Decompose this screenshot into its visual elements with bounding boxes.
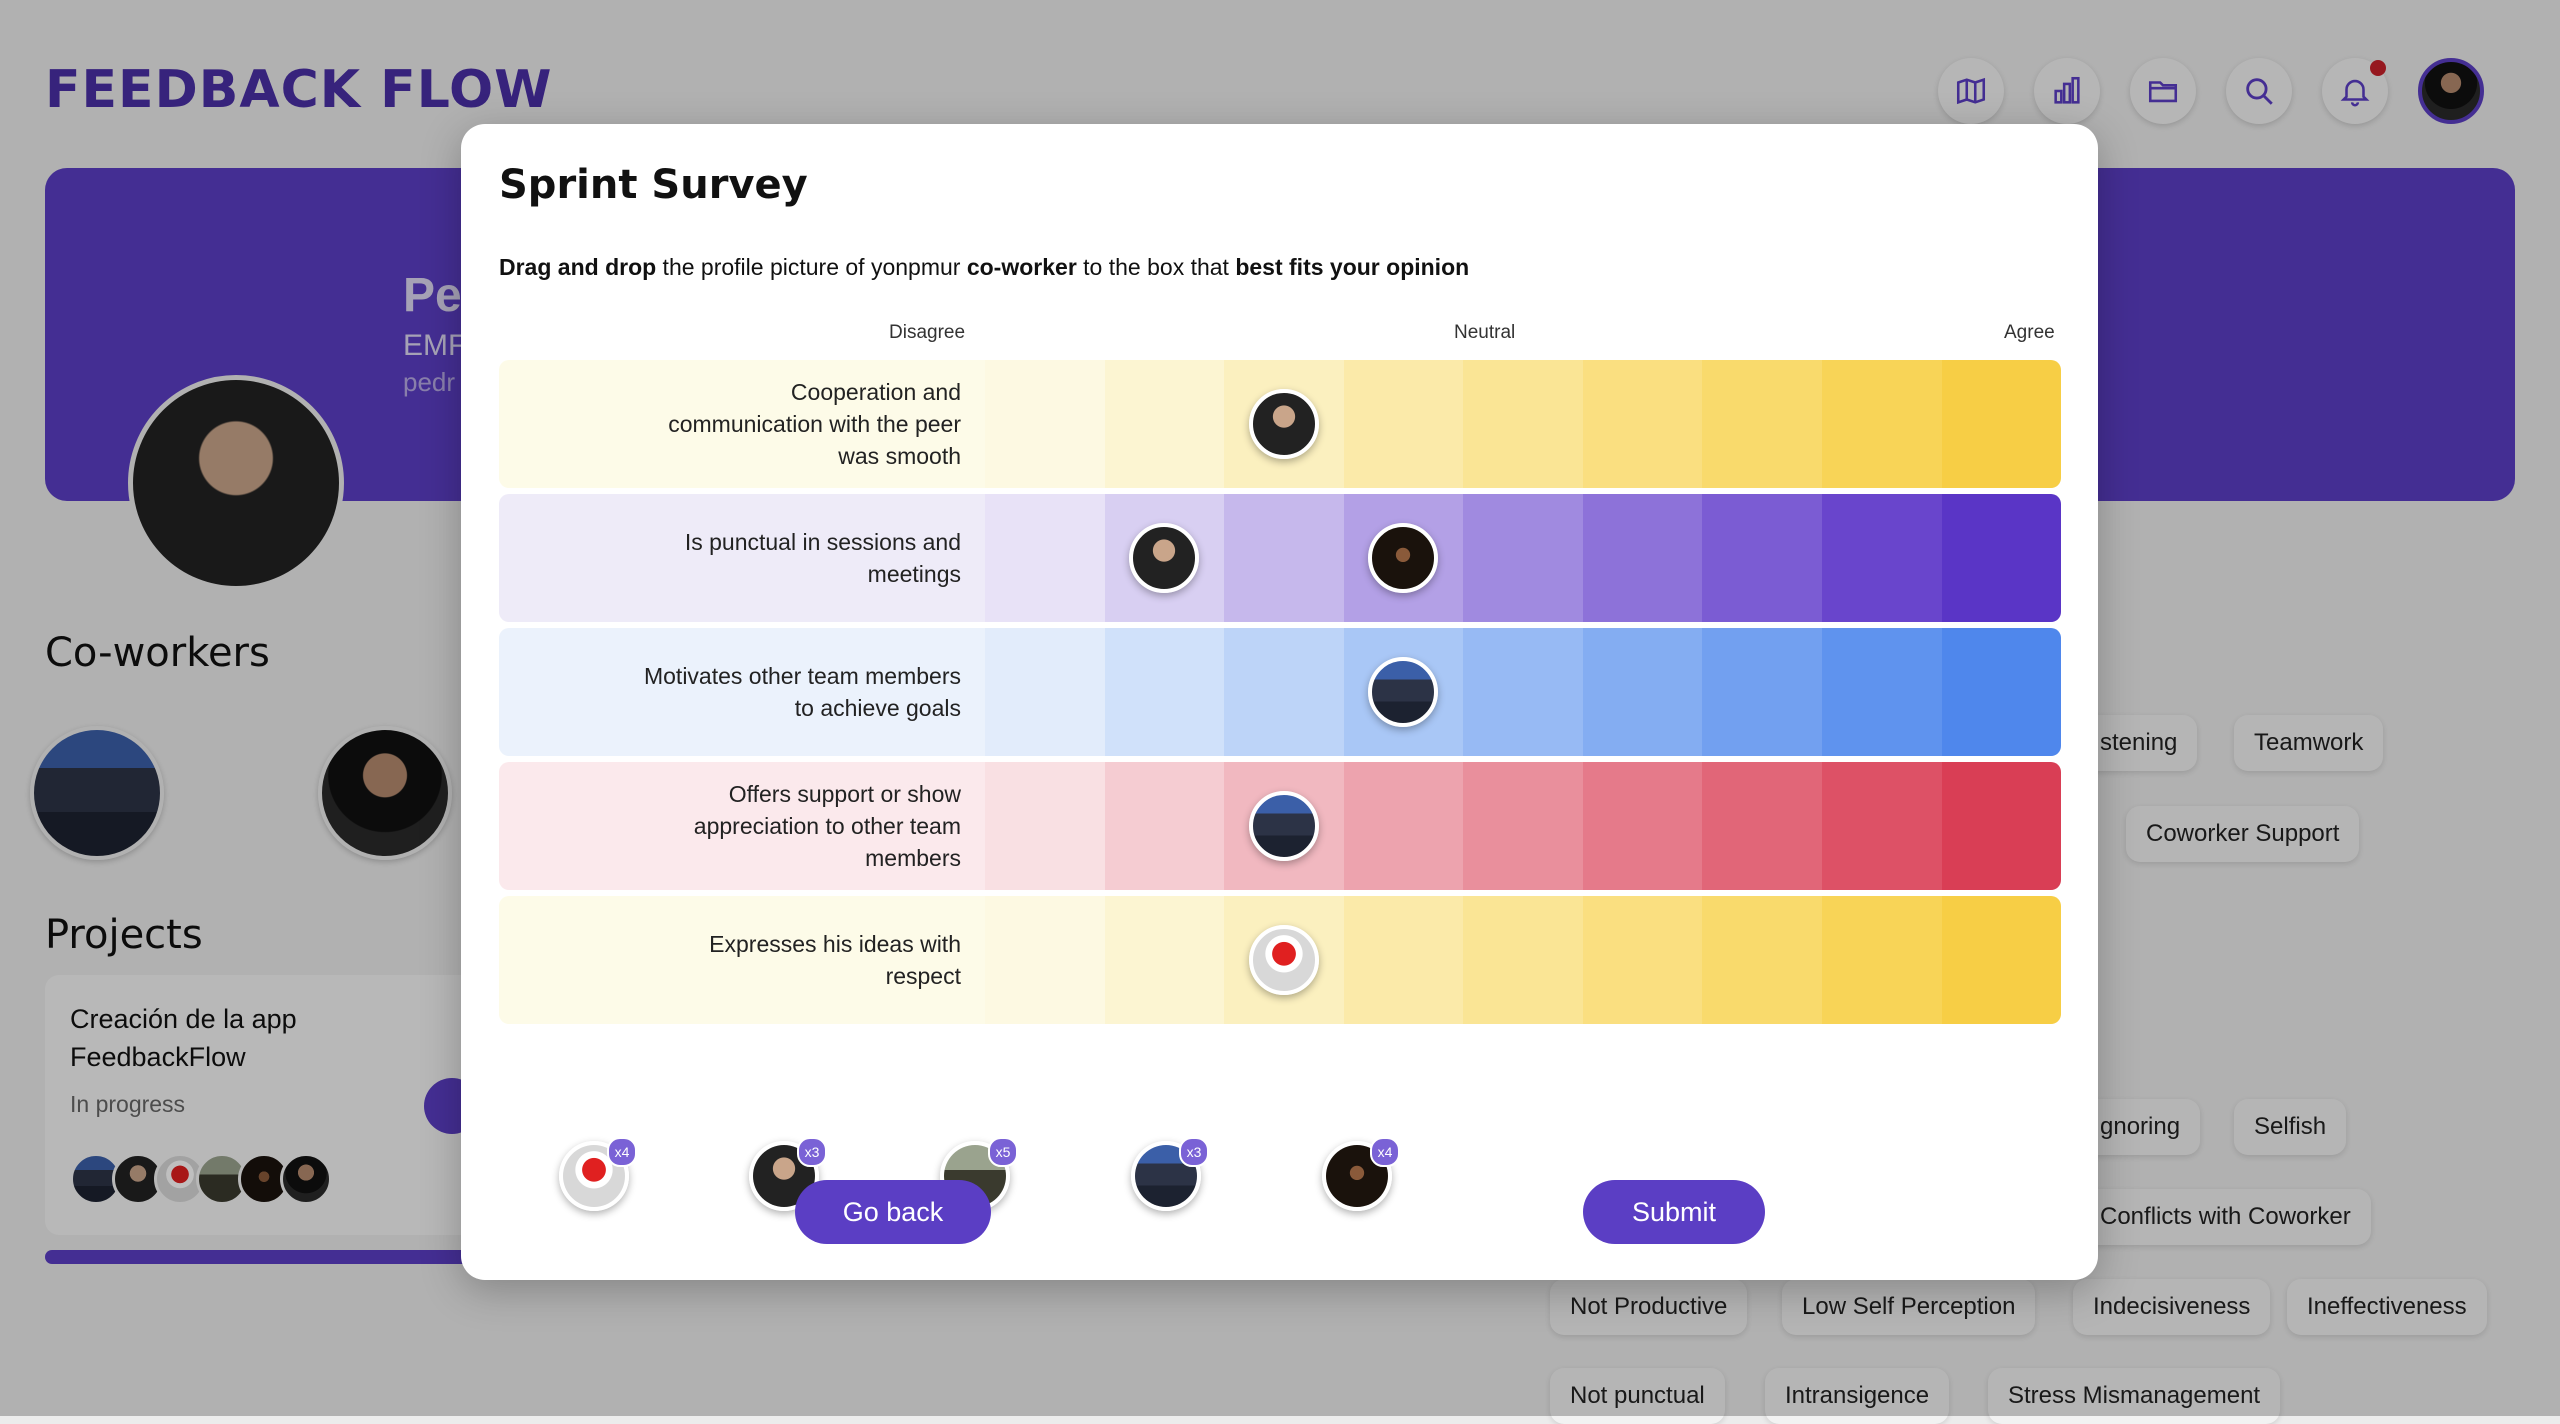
drop-cell[interactable] bbox=[1463, 896, 1583, 1024]
placed-avatar[interactable] bbox=[1368, 657, 1439, 727]
drop-cell[interactable] bbox=[1343, 360, 1464, 488]
scale-label-disagree: Disagree bbox=[889, 322, 966, 343]
survey-row: Offers support or show appreciation to o… bbox=[499, 762, 2061, 890]
question-text: Cooperation and communication with the p… bbox=[668, 379, 961, 469]
drop-cell[interactable] bbox=[1343, 494, 1464, 622]
question-text: Motivates other team members to achieve … bbox=[643, 663, 961, 721]
drop-cell[interactable] bbox=[1582, 360, 1703, 488]
placed-avatar[interactable] bbox=[1248, 389, 1319, 459]
placed-avatar[interactable] bbox=[1368, 523, 1439, 593]
question-label: Offers support or show appreciation to o… bbox=[499, 762, 985, 890]
drop-cell[interactable] bbox=[1224, 628, 1344, 756]
drop-cell[interactable] bbox=[1343, 628, 1464, 756]
question-text: Expresses his ideas with respect bbox=[709, 931, 961, 989]
drop-cell[interactable] bbox=[1224, 360, 1344, 488]
drop-cell[interactable] bbox=[1702, 896, 1822, 1024]
instruction-text: the profile picture of yonpmur bbox=[656, 254, 967, 280]
survey-modal: Sprint Survey Drag and drop the profile … bbox=[461, 124, 2098, 1280]
drop-cell[interactable] bbox=[1821, 628, 1942, 756]
placed-avatar[interactable] bbox=[1129, 523, 1200, 593]
drop-cell[interactable] bbox=[1104, 360, 1225, 488]
draggable-avatar[interactable]: x4 bbox=[559, 1137, 637, 1211]
survey-instructions: Drag and drop the profile picture of yon… bbox=[499, 254, 1469, 281]
drop-cell[interactable] bbox=[1224, 762, 1344, 890]
survey-row: Cooperation and communication with the p… bbox=[499, 360, 2061, 488]
instruction-text: to the box that bbox=[1076, 254, 1236, 280]
drop-cell[interactable] bbox=[985, 494, 1105, 622]
placed-avatar[interactable] bbox=[1248, 925, 1319, 995]
drop-cell[interactable] bbox=[1224, 896, 1344, 1024]
drop-cell[interactable] bbox=[1821, 762, 1942, 890]
survey-row: Motivates other team members to achieve … bbox=[499, 628, 2061, 756]
instruction-bold: co-worker bbox=[966, 254, 1077, 280]
placed-avatar[interactable] bbox=[1248, 791, 1319, 861]
drop-cell[interactable] bbox=[1104, 494, 1225, 622]
drop-cell[interactable] bbox=[1582, 494, 1703, 622]
drop-cell[interactable] bbox=[1821, 494, 1942, 622]
survey-title: Sprint Survey bbox=[499, 162, 808, 208]
drop-cell[interactable] bbox=[1104, 896, 1225, 1024]
survey-row: Expresses his ideas with respect bbox=[499, 896, 2061, 1024]
drop-cell[interactable] bbox=[985, 628, 1105, 756]
question-label: Is punctual in sessions and meetings bbox=[499, 494, 985, 622]
drop-cell[interactable] bbox=[1702, 494, 1822, 622]
drop-cell[interactable] bbox=[1463, 494, 1583, 622]
drop-cell[interactable] bbox=[1104, 762, 1225, 890]
drop-cell[interactable] bbox=[1343, 896, 1464, 1024]
remaining-count-badge: x5 bbox=[988, 1137, 1018, 1167]
scale-label-agree: Agree bbox=[2004, 322, 2055, 343]
draggable-avatar[interactable]: x3 bbox=[1131, 1137, 1209, 1211]
drop-cell[interactable] bbox=[1582, 762, 1703, 890]
drop-cell[interactable] bbox=[1941, 762, 2061, 890]
remaining-count-badge: x4 bbox=[607, 1137, 637, 1167]
question-label: Expresses his ideas with respect bbox=[499, 896, 985, 1024]
remaining-count-badge: x3 bbox=[797, 1137, 827, 1167]
remaining-count-badge: x4 bbox=[1370, 1137, 1400, 1167]
drop-cell[interactable] bbox=[1463, 628, 1583, 756]
drop-cell[interactable] bbox=[1821, 360, 1942, 488]
drop-cell[interactable] bbox=[1821, 896, 1942, 1024]
drop-cell[interactable] bbox=[1582, 896, 1703, 1024]
drop-cell[interactable] bbox=[1941, 494, 2061, 622]
drop-cell[interactable] bbox=[1702, 360, 1822, 488]
drop-cell[interactable] bbox=[1343, 762, 1464, 890]
drop-cell[interactable] bbox=[1941, 628, 2061, 756]
drop-cell[interactable] bbox=[1702, 762, 1822, 890]
instruction-bold: best fits your opinion bbox=[1235, 254, 1470, 280]
draggable-avatar[interactable]: x4 bbox=[1322, 1137, 1400, 1211]
submit-button[interactable]: Submit bbox=[1583, 1180, 1765, 1244]
drop-cell[interactable] bbox=[1224, 494, 1344, 622]
drop-cell[interactable] bbox=[985, 360, 1105, 488]
survey-row: Is punctual in sessions and meetings bbox=[499, 494, 2061, 622]
survey-grid: Cooperation and communication with the p… bbox=[499, 360, 2061, 1030]
drop-cell[interactable] bbox=[1702, 628, 1822, 756]
question-text: Offers support or show appreciation to o… bbox=[693, 781, 961, 871]
remaining-count-badge: x3 bbox=[1179, 1137, 1209, 1167]
question-label: Motivates other team members to achieve … bbox=[499, 628, 985, 756]
drop-cell[interactable] bbox=[1941, 896, 2061, 1024]
instruction-bold: Drag and drop bbox=[499, 254, 657, 280]
drop-cell[interactable] bbox=[1582, 628, 1703, 756]
drop-cell[interactable] bbox=[1463, 360, 1583, 488]
drop-cell[interactable] bbox=[1104, 628, 1225, 756]
question-text: Is punctual in sessions and meetings bbox=[684, 529, 961, 587]
drop-cell[interactable] bbox=[1941, 360, 2061, 488]
question-label: Cooperation and communication with the p… bbox=[499, 360, 985, 488]
drop-cell[interactable] bbox=[1463, 762, 1583, 890]
drop-cell[interactable] bbox=[985, 762, 1105, 890]
go-back-button[interactable]: Go back bbox=[795, 1180, 991, 1244]
drop-cell[interactable] bbox=[985, 896, 1105, 1024]
scale-label-neutral: Neutral bbox=[1454, 322, 1516, 343]
